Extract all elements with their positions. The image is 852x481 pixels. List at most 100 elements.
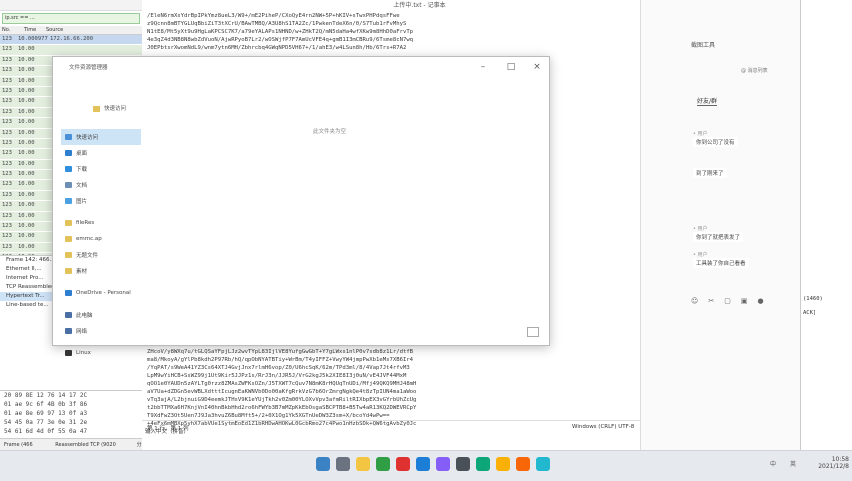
packet-time: 10.00 bbox=[18, 139, 35, 146]
message-sender: • 用户 bbox=[693, 226, 708, 232]
network-icon bbox=[65, 328, 72, 334]
packet-time: 10.00 bbox=[18, 56, 35, 63]
editor-text-bottom[interactable]: Ydd7WQrk+AbAHGhLB0wmTfNEMKfMVT0fbMgZu2Sg… bbox=[142, 340, 697, 428]
packet-row[interactable]: 123 10.00 bbox=[0, 45, 142, 56]
nav-item-label: OneDrive - Personal bbox=[76, 290, 131, 296]
packet-time: 10.00 bbox=[18, 181, 35, 188]
nav-item-label: 无题文件 bbox=[76, 253, 99, 259]
message-text: 工具装了你自己看看 bbox=[693, 258, 749, 268]
hex-row: 01 ae 9c 6f 4B 0b 3f 86 bbox=[4, 401, 88, 408]
nav-item[interactable]: OneDrive - Personal bbox=[61, 285, 141, 301]
folder-icon bbox=[65, 220, 72, 226]
taskbar: 中 英 10:58 2021/12/8 bbox=[0, 450, 852, 481]
chat-subtitle[interactable]: @ 消息列表 bbox=[741, 67, 768, 74]
close-button[interactable]: × bbox=[531, 61, 543, 73]
emoji-icon[interactable]: ☺ bbox=[691, 297, 698, 305]
tab-friends-groups[interactable]: 好友/群 bbox=[697, 96, 718, 106]
minimize-button[interactable]: – bbox=[477, 61, 489, 73]
message-sender: • 用户 bbox=[693, 131, 708, 137]
app-icon[interactable] bbox=[516, 457, 530, 471]
text-line: LpM9wYiHCB+SsWZ99j1Ut9Kir5JJPz1s/RrJ3n/J… bbox=[147, 373, 407, 379]
packet-time: 10.00 bbox=[18, 119, 35, 126]
shark-icon[interactable] bbox=[476, 457, 490, 471]
packet-time: 10.000977 bbox=[18, 36, 48, 42]
nav-item-label: Linux bbox=[76, 350, 91, 356]
packet-time: 10.00 bbox=[18, 202, 35, 209]
scissors-icon[interactable]: ✂ bbox=[708, 297, 714, 305]
chat-header: 截图工具 bbox=[691, 42, 716, 49]
right-capture-panel: (1460) ACK] bbox=[800, 0, 852, 450]
browser-icon[interactable] bbox=[416, 457, 430, 471]
packet-no: 123 bbox=[2, 67, 12, 74]
mic-icon[interactable]: ● bbox=[757, 297, 763, 305]
clock[interactable]: 10:58 2021/12/8 bbox=[815, 456, 849, 470]
app-icon[interactable] bbox=[536, 457, 550, 471]
nav-item[interactable]: 网络 bbox=[61, 323, 141, 339]
packet-no: 123 bbox=[2, 212, 12, 219]
packet-no: 123 bbox=[2, 202, 12, 209]
text-line: J0EPbtsrXwomNdL9/wnm7ytn6MH/Zbhrcbq4GWqN… bbox=[147, 45, 407, 51]
tray-ime[interactable]: 中 bbox=[770, 459, 776, 468]
editor-title: 上传中.txt - 记事本 bbox=[393, 2, 446, 9]
editor-status-bar: 第 1 行，第 1 列 Windows (CRLF) UTF-8 bbox=[142, 420, 697, 439]
nav-item-label: 图片 bbox=[76, 199, 88, 205]
packet-time: 10.00 bbox=[18, 160, 35, 167]
text-line: T9XdFwZ3Ot5Uen7J9Ja3hvuZ6Bu8Mft5+/2+0X1O… bbox=[147, 413, 390, 419]
text-line: qOO1e0YAUDn5zAYLTg0rzz8ZMAsZWFKsOZn/J5TX… bbox=[147, 381, 417, 387]
hex-row: 01 ae 8e 69 97 13 0f a3 bbox=[4, 410, 88, 417]
search-icon[interactable] bbox=[336, 457, 350, 471]
nav-item[interactable]: fileRes bbox=[61, 215, 141, 231]
app-icon[interactable] bbox=[396, 457, 410, 471]
nav-item[interactable]: 快速访问 bbox=[61, 129, 141, 145]
maximize-button[interactable]: □ bbox=[505, 61, 517, 73]
packet-no: 123 bbox=[2, 139, 12, 146]
folder-icon[interactable] bbox=[356, 457, 370, 471]
file-icon[interactable]: ▢ bbox=[724, 297, 731, 305]
right-text-line: ACK] bbox=[803, 310, 817, 316]
terminal-icon[interactable] bbox=[456, 457, 470, 471]
dialog-titlebar[interactable]: 文件资源管理器 bbox=[53, 57, 549, 77]
app-icon[interactable] bbox=[496, 457, 510, 471]
text-line: ma8/MkoyA/gYlPb8kdh2P97Rb/hQ/qpObNYATBTi… bbox=[147, 357, 414, 363]
computer-icon bbox=[65, 312, 72, 318]
editor-text-top[interactable]: /EleN6rmXsYdrBpIPkYmz8ueL3/W9+/mE2PiheP/… bbox=[142, 12, 697, 52]
nav-item[interactable]: 图片 bbox=[61, 193, 141, 209]
nav-item[interactable]: Linux bbox=[61, 345, 141, 361]
address-text: 快速访问 bbox=[104, 106, 127, 112]
download-icon bbox=[65, 166, 72, 172]
wechat-icon[interactable] bbox=[376, 457, 390, 471]
column-source[interactable]: Source bbox=[44, 26, 66, 34]
nav-item[interactable]: 桌面 bbox=[61, 145, 141, 161]
column-time[interactable]: Time bbox=[22, 26, 44, 34]
tray-english[interactable]: 英 bbox=[790, 459, 796, 468]
cloud-icon bbox=[65, 290, 72, 296]
packet-no: 123 bbox=[2, 46, 12, 53]
address-bar[interactable]: 快速访问 bbox=[93, 103, 533, 115]
view-toggle-icon[interactable] bbox=[527, 327, 539, 337]
nav-item[interactable]: 文档 bbox=[61, 177, 141, 193]
nav-item[interactable]: emmc.ap bbox=[61, 231, 141, 247]
display-filter-input[interactable]: ip.src == ... bbox=[2, 13, 140, 24]
clock-time: 10:58 bbox=[831, 456, 849, 463]
windows-icon[interactable] bbox=[316, 457, 330, 471]
nav-item[interactable]: 素材 bbox=[61, 263, 141, 279]
nav-item[interactable]: 此电脑 bbox=[61, 307, 141, 323]
star-icon bbox=[65, 134, 72, 140]
nav-item-label: 网络 bbox=[76, 329, 88, 335]
text-line: vTq3ajA/L2bjnuiG9D4eemkJTHsV9K1eYUjTkh2v… bbox=[147, 397, 417, 403]
chat-window: 截图工具 @ 消息列表 好友/群 • 用户 你到公司了没有 到了刚来了 • 用户… bbox=[640, 0, 801, 450]
text-line: t2bbTTMXa6H7KnjVnI40hnBkbHhd2ro6hFWYb3B7… bbox=[147, 405, 417, 411]
packet-no: 123 bbox=[2, 171, 12, 178]
penguin-icon bbox=[65, 350, 72, 356]
nav-item[interactable]: 下载 bbox=[61, 161, 141, 177]
notepad-icon[interactable] bbox=[436, 457, 450, 471]
message-text: 你到公司了没有 bbox=[693, 137, 738, 147]
text-line: aV7Ua+dZDGn5evWBLXdtttIcugnEaKWNVb0Do00a… bbox=[147, 389, 417, 395]
navigation-pane: 快速访问桌面下载 文档图片 fileRes emmc.ap 无题文件素材 OneDrive… bbox=[61, 129, 141, 356]
image-icon[interactable]: ▣ bbox=[741, 297, 748, 305]
column-no[interactable]: No. bbox=[0, 26, 22, 34]
nav-item[interactable]: 无题文件 bbox=[61, 247, 141, 263]
packet-src bbox=[48, 45, 110, 54]
nav-item-label: 桌面 bbox=[76, 151, 88, 157]
packet-row[interactable]: 123 10.000977 172.16.66.200 bbox=[0, 35, 142, 46]
